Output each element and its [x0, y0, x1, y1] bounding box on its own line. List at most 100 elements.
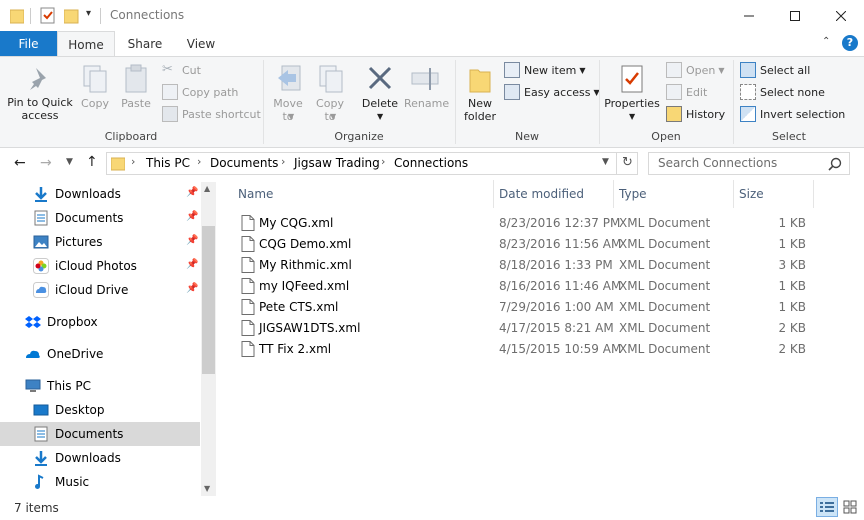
status-bar — [0, 498, 864, 520]
copy-button: Copy — [78, 60, 112, 126]
customize-toolbar-icon[interactable]: ▾ — [86, 8, 91, 19]
help-icon[interactable]: ? — [842, 35, 858, 51]
column-divider[interactable] — [813, 180, 814, 208]
pin-icon[interactable]: 📌 — [186, 259, 198, 270]
select-all-button[interactable]: Select all — [740, 60, 810, 80]
chevron-down-icon: ▼ — [718, 65, 725, 75]
breadcrumb-documents[interactable]: Documents — [210, 156, 278, 170]
tab-file[interactable]: File — [0, 31, 57, 56]
pin-icon[interactable]: 📌 — [186, 211, 198, 222]
delete-x-icon — [368, 66, 392, 90]
pin-icon[interactable]: 📌 — [186, 283, 198, 294]
nav-item-documents[interactable]: Documents — [0, 206, 200, 230]
close-button[interactable] — [818, 0, 864, 31]
scroll-down-icon[interactable]: ▼ — [204, 484, 210, 493]
delete-label: Delete — [361, 97, 399, 110]
new-folder-icon — [469, 69, 491, 93]
details-view-button[interactable] — [816, 497, 838, 517]
new-folder-button[interactable]: New folder — [460, 60, 500, 126]
breadcrumb-separator-icon[interactable]: › — [381, 155, 385, 168]
rename-button: Rename — [404, 60, 449, 126]
up-arrow-icon[interactable]: ↑ — [86, 154, 98, 170]
file-name: Pete CTS.xml — [259, 300, 339, 314]
table-row[interactable]: My Rithmic.xml 8/18/2016 1:33 PM XML Docum… — [236, 255, 810, 276]
search-icon[interactable] — [828, 157, 842, 171]
paste-label: Paste — [121, 97, 151, 110]
tab-home[interactable]: Home — [57, 31, 115, 57]
nav-item-documents-selected[interactable]: Documents — [0, 422, 200, 446]
properties-icon — [621, 65, 643, 93]
delete-button[interactable]: Delete ▼ — [358, 60, 402, 126]
pin-quick-access-button[interactable]: Pin to Quick access — [4, 60, 76, 126]
pictures-icon — [33, 235, 49, 249]
nav-item-label: Dropbox — [47, 315, 98, 329]
maximize-button[interactable] — [772, 0, 818, 31]
nav-item-desktop[interactable]: Desktop — [0, 398, 200, 422]
refresh-icon[interactable]: ↻ — [616, 152, 638, 175]
minimize-button[interactable] — [726, 0, 772, 31]
column-divider[interactable] — [613, 180, 614, 208]
nav-item-downloads[interactable]: Downloads — [0, 182, 200, 206]
column-divider[interactable] — [493, 180, 494, 208]
file-size: 3 KB — [778, 258, 806, 272]
table-row[interactable]: TT Fix 2.xml 4/15/2015 10:59 AM XML Docume… — [236, 339, 810, 360]
invert-selection-button[interactable]: Invert selection — [740, 104, 845, 124]
file-type: XML Document — [619, 216, 711, 230]
column-header-name[interactable]: Name — [238, 187, 273, 201]
nav-item-label: Music — [55, 475, 90, 489]
column-header-date-modified[interactable]: Date modified — [499, 187, 584, 201]
tab-view[interactable]: View — [174, 31, 228, 56]
nav-item-icloud-drive[interactable]: iCloud Drive — [0, 278, 200, 302]
tab-share[interactable]: Share — [118, 31, 172, 56]
back-arrow-icon[interactable]: ← — [14, 155, 26, 171]
scroll-up-icon[interactable]: ▲ — [204, 184, 210, 193]
breadcrumb-jigsaw-trading[interactable]: Jigsaw Trading — [294, 156, 380, 170]
address-dropdown-icon[interactable]: ▼ — [602, 157, 609, 167]
table-row[interactable]: my IQFeed.xml 8/16/2016 11:46 AM XML Docum… — [236, 276, 810, 297]
breadcrumb-connections[interactable]: Connections — [394, 156, 468, 170]
document-icon — [34, 210, 48, 226]
history-button[interactable]: History — [666, 104, 725, 124]
nav-pane-scrollbar-thumb[interactable] — [202, 226, 215, 374]
table-row[interactable]: Pete CTS.xml 7/29/2016 1:00 AM XML Documen… — [236, 297, 810, 318]
new-folder-quick-icon[interactable] — [64, 8, 79, 24]
nav-item-icloud-photos[interactable]: iCloud Photos — [0, 254, 200, 278]
nav-item-downloads-pc[interactable]: Downloads — [0, 446, 200, 470]
nav-item-this-pc[interactable]: This PC — [0, 374, 200, 398]
file-date-modified: 8/16/2016 11:46 AM — [499, 279, 622, 293]
column-divider[interactable] — [733, 180, 734, 208]
breadcrumb-separator-icon[interactable]: › — [281, 155, 285, 168]
properties-quick-icon[interactable] — [40, 7, 56, 24]
pin-icon[interactable]: 📌 — [186, 187, 198, 198]
breadcrumb-separator-icon[interactable]: › — [197, 155, 201, 168]
select-none-button[interactable]: Select none — [740, 82, 825, 102]
file-date-modified: 4/17/2015 8:21 AM — [499, 321, 614, 335]
file-type: XML Document — [619, 279, 711, 293]
table-row[interactable]: CQG Demo.xml 8/23/2016 11:56 AM XML Docume… — [236, 234, 810, 255]
file-name: My CQG.xml — [259, 216, 334, 230]
open-group-label: Open — [651, 130, 681, 143]
easy-access-button[interactable]: Easy access ▼ — [504, 82, 600, 102]
forward-arrow-icon[interactable]: → — [40, 155, 52, 171]
recent-locations-icon[interactable]: ▼ — [66, 157, 73, 167]
column-header-type[interactable]: Type — [619, 187, 647, 201]
table-row[interactable]: JIGSAW1DTS.xml 4/17/2015 8:21 AM XML Docum… — [236, 318, 810, 339]
nav-item-dropbox[interactable]: Dropbox — [0, 310, 200, 334]
nav-item-onedrive[interactable]: OneDrive — [0, 342, 200, 366]
search-input[interactable]: Search Connections — [658, 156, 777, 170]
new-item-button[interactable]: New item ▼ — [504, 60, 586, 80]
large-icons-view-button[interactable] — [840, 497, 860, 517]
breadcrumb-this-pc[interactable]: This PC — [146, 156, 190, 170]
nav-item-music[interactable]: Music — [0, 470, 200, 494]
nav-item-pictures[interactable]: Pictures — [0, 230, 200, 254]
move-to-button: Move to ▼ — [268, 60, 308, 126]
pin-icon[interactable]: 📌 — [186, 235, 198, 246]
column-header-size[interactable]: Size — [739, 187, 764, 201]
table-row[interactable]: My CQG.xml 8/23/2016 12:37 PM XML Document… — [236, 213, 810, 234]
properties-button[interactable]: Properties ▼ — [604, 60, 660, 126]
copy-path-label: Copy path — [182, 85, 239, 99]
collapse-ribbon-icon[interactable]: ⌃ — [822, 36, 830, 47]
breadcrumb-separator-icon[interactable]: › — [131, 155, 135, 168]
new-item-icon — [504, 62, 520, 78]
new-item-label: New item — [524, 63, 577, 77]
